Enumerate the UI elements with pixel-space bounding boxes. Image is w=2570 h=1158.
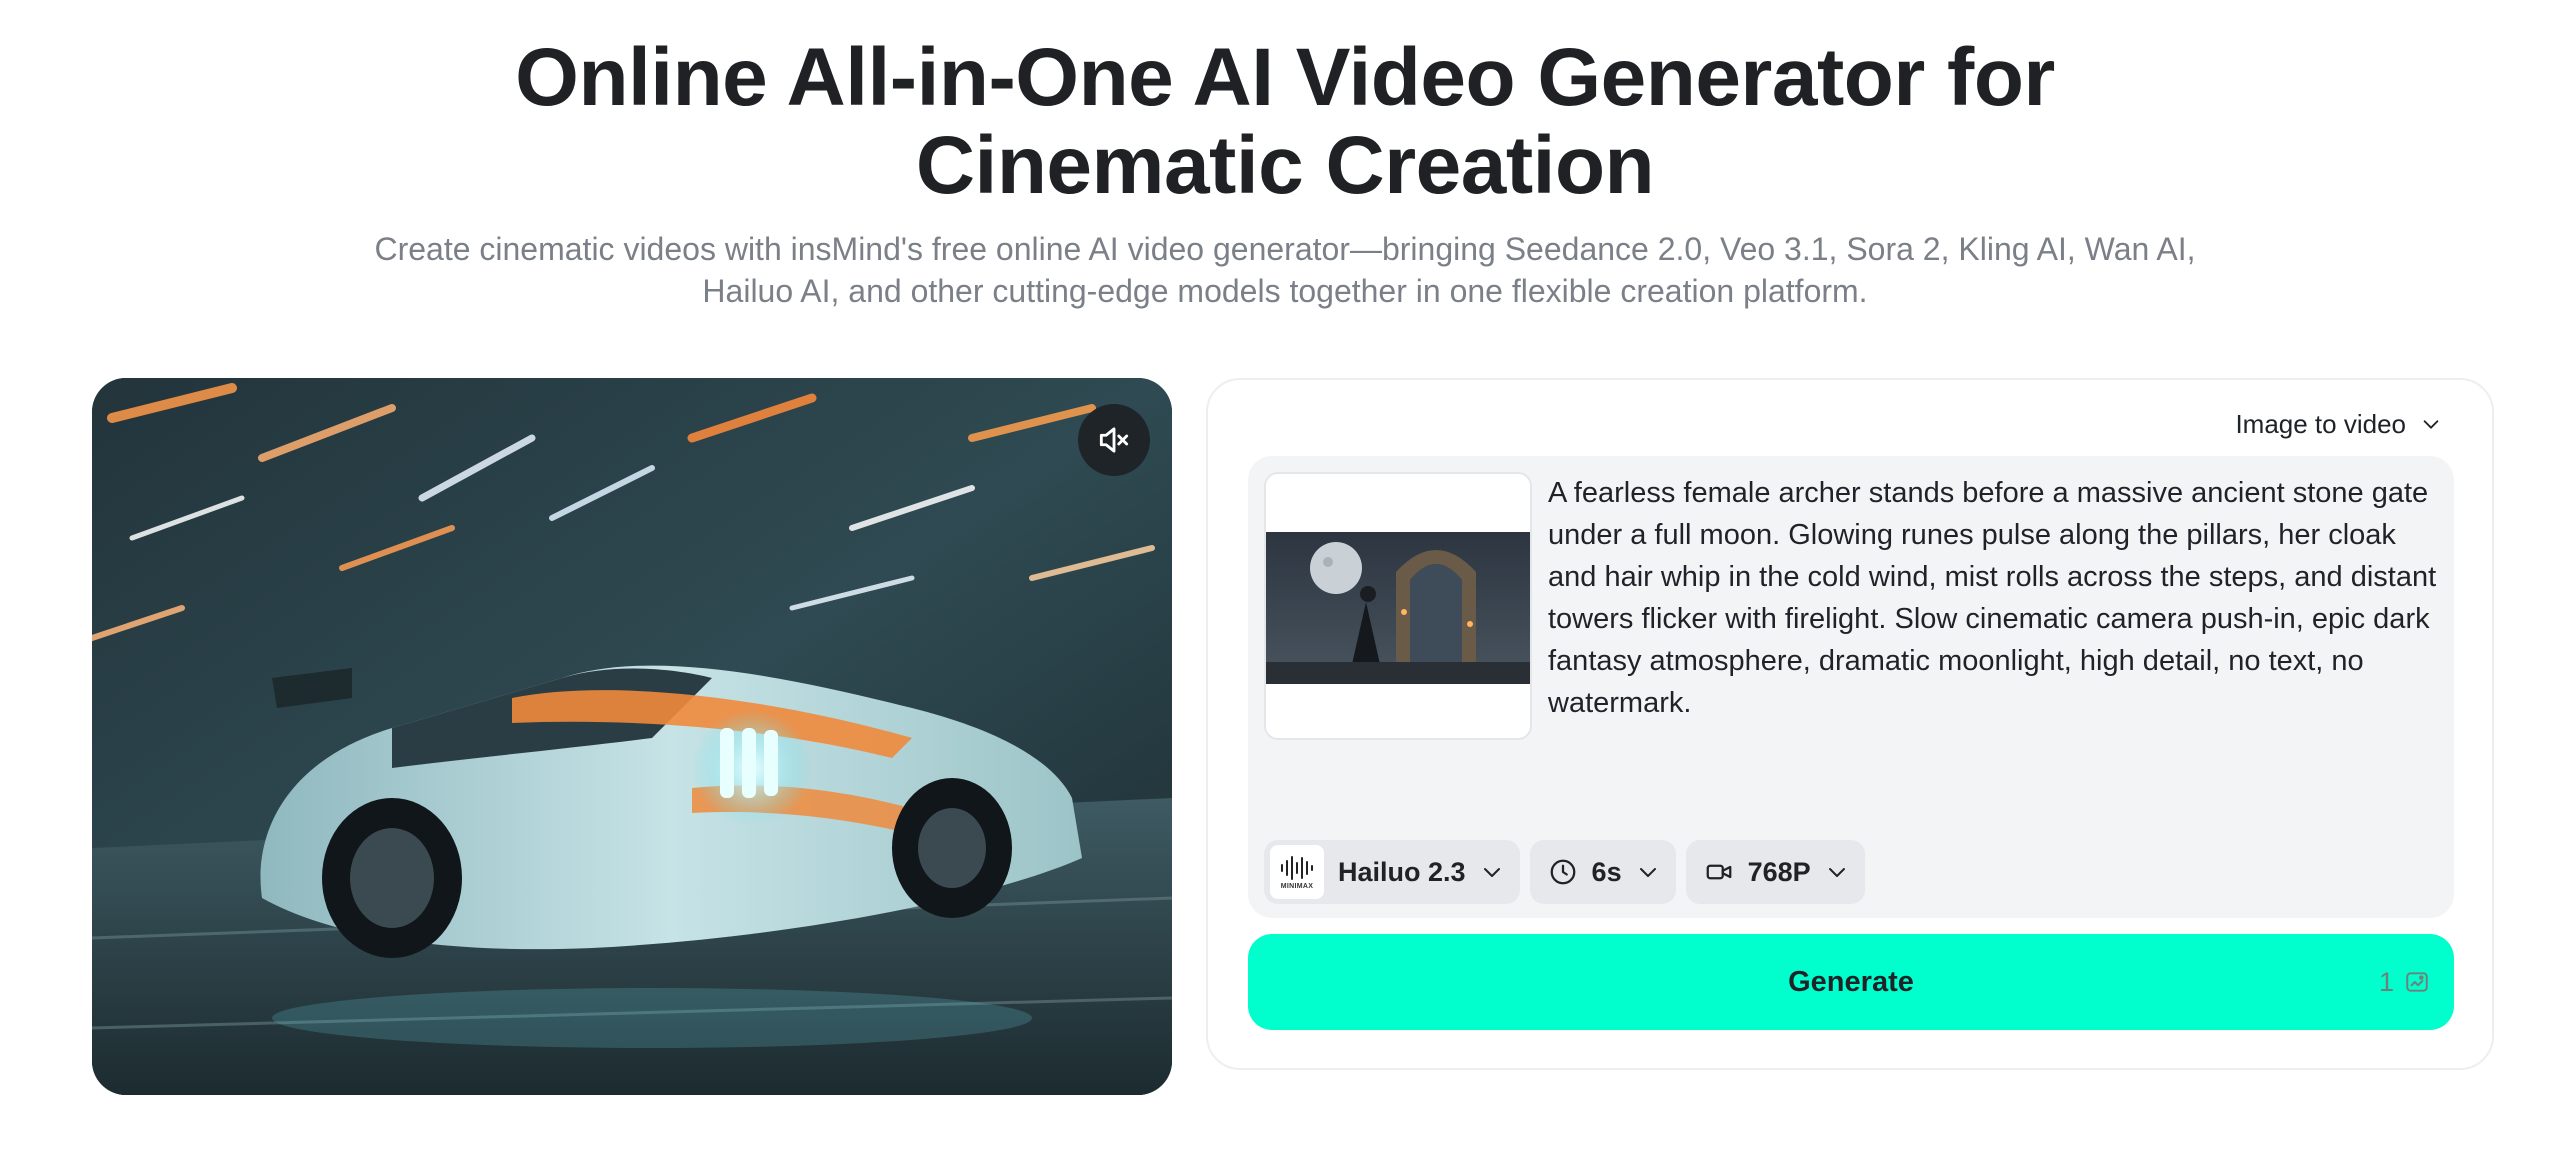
credit-cost: 1 [2379, 934, 2430, 1030]
resolution-selector-label: 768P [1747, 856, 1811, 887]
generation-options: MINIMAX Hailuo 2.3 6s 768P [1264, 840, 1865, 904]
reference-image-upload[interactable] [1264, 472, 1532, 740]
video-camera-icon [1706, 864, 1731, 880]
credit-icon [2406, 972, 2428, 992]
mode-dropdown[interactable]: Image to video [2235, 404, 2442, 444]
chevron-down-icon [1483, 868, 1500, 877]
generate-button[interactable]: Generate 1 [1248, 934, 2454, 1030]
model-selector[interactable]: MINIMAX Hailuo 2.3 [1264, 840, 1520, 904]
chevron-down-icon [1828, 868, 1845, 877]
mode-dropdown-label: Image to video [2235, 408, 2406, 439]
waveform-icon [1281, 855, 1313, 880]
resolution-selector[interactable]: 768P [1685, 840, 1865, 904]
chevron-down-icon [1639, 868, 1656, 877]
page-subtitle-line-1: Create cinematic videos with insMind's f… [374, 231, 2196, 267]
video-preview[interactable] [92, 378, 1172, 1095]
model-logo-wordmark: MINIMAX [1280, 882, 1314, 890]
sound-toggle-button[interactable] [1078, 404, 1150, 476]
page-title-line-2: Cinematic Creation [915, 120, 1655, 211]
duration-selector-label: 6s [1591, 856, 1622, 887]
race-car-video-frame [92, 378, 1172, 1095]
credit-cost-value: 1 [2378, 966, 2394, 997]
prompt-box: A fearless female archer stands before a… [1248, 456, 2454, 918]
chevron-down-icon [2423, 420, 2439, 429]
reference-image-thumbnail [1266, 532, 1530, 684]
page-title-line-1: Online All-in-One AI Video Generator for [515, 32, 2055, 123]
speaker-muted-icon [1099, 427, 1129, 453]
generator-panel: Image to video A fearless female archer … [1206, 378, 2494, 1070]
clock-icon [1550, 859, 1575, 885]
prompt-textarea[interactable]: A fearless female archer stands before a… [1548, 472, 2438, 724]
minimax-logo: MINIMAX [1270, 845, 1324, 899]
duration-selector[interactable]: 6s [1529, 840, 1676, 904]
page-subtitle: Create cinematic videos with insMind's f… [0, 228, 2570, 312]
model-selector-label: Hailuo 2.3 [1338, 856, 1466, 887]
page-title: Online All-in-One AI Video Generator for… [0, 34, 2570, 210]
generate-button-label: Generate [1788, 965, 1914, 998]
page-subtitle-line-2: Hailuo AI, and other cutting-edge models… [702, 273, 1868, 309]
